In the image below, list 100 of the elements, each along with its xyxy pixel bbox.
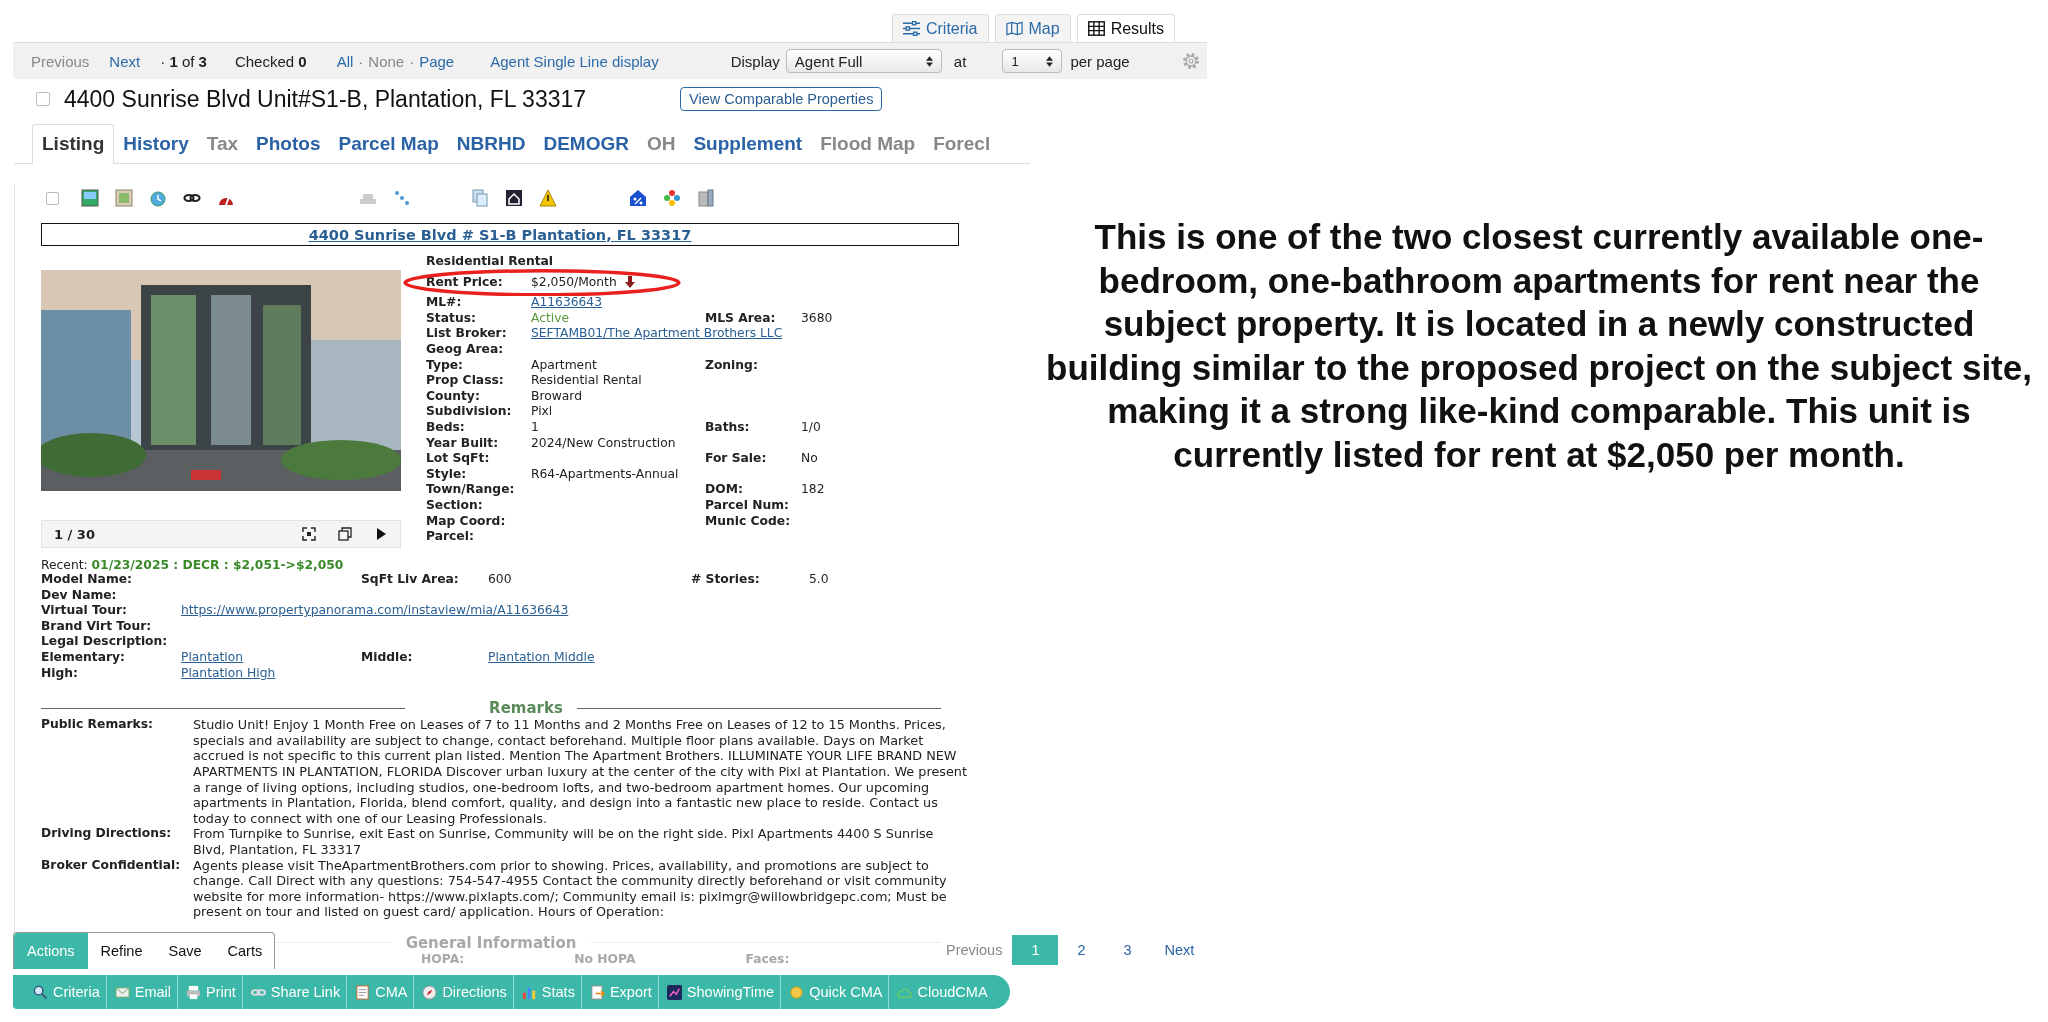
detail-tab[interactable]: History xyxy=(114,133,198,163)
field-value: 5.0 xyxy=(809,572,829,586)
field-label: Brand Virt Tour: xyxy=(41,618,153,635)
field-label: Type: xyxy=(426,357,464,374)
field-label: MLS Area: xyxy=(705,310,777,327)
clock-icon[interactable] xyxy=(149,189,167,207)
copy-icon[interactable] xyxy=(338,527,352,541)
building-icon[interactable] xyxy=(697,189,715,207)
warning-icon[interactable] xyxy=(539,189,557,207)
detail-tab[interactable]: NBRHD xyxy=(447,133,535,163)
display-label: Display xyxy=(730,52,780,70)
section-heading: General Information xyxy=(404,933,578,952)
sliders-icon xyxy=(902,21,920,36)
section-heading: Remarks xyxy=(488,699,564,718)
updown-icon xyxy=(1046,55,1054,67)
envelope-icon xyxy=(114,984,130,1000)
table-icon xyxy=(1087,21,1105,36)
checked-count: Checked 0 xyxy=(234,52,307,70)
field-label: List Broker: xyxy=(426,326,508,342)
field-value: 182 xyxy=(801,482,825,498)
field-label: Prop Class: xyxy=(426,373,505,389)
action-tab[interactable]: Refine xyxy=(87,933,156,969)
display-select[interactable]: Agent Full xyxy=(785,49,942,73)
field-label: High: xyxy=(41,665,79,682)
field-label: Baths: xyxy=(705,419,751,436)
field-label: Section: xyxy=(426,497,484,514)
field-value: Broward xyxy=(531,388,582,405)
property-type: Residential Rental xyxy=(426,254,555,270)
action-tab[interactable]: Carts xyxy=(214,933,276,969)
field-label: DOM: xyxy=(705,482,744,498)
annotation-text: This is one of the two closest currently available one-bedroom, one-bathroom apartments for rent near the subject property. It is located in a newly constructed building similar to the proposed project on the subject site, making it a strong like-kind comparable. This unit is currently listed for rent at $2,050 per month. xyxy=(1045,216,2033,476)
remark-text: Studio Unit! Enjoy 1 Month Free on Leases of 7 to 11 Months and 2 Months Free on Leases of 12 to 15 Months. Prices, specials and availability are subject to change, contact beforehand. Multiple floor plans available. Days on Market accrued is not specific to this current plan listed. Mention The Apartment Brothers. ILLUMINATE YOUR LIFE BRAND NEW APARTMENTS IN PLANTATION, FLORIDA Discover urban luxury at the center of the city with Pixl at Plantation. We present a range of living options, including studios, one-bedroom lofts, and two-bedroom apartment homes. Our upcoming apartments in Plantation, Florida, blend comfort, quality, and design into a fantastic new place to reside. Contact us today to connect with one of our Leasing Professionals. xyxy=(193,717,968,827)
dots-icon[interactable] xyxy=(393,189,411,207)
remark-text: From Turnpike to Sunrise, exit East on Sunrise, Community will be on the right side. Pixl Apartments 4400 S Sunrise Blvd, Plantation, FL 33317 xyxy=(193,826,935,858)
detail-tab[interactable]: Parcel Map xyxy=(329,133,448,163)
detail-tab[interactable]: Listing xyxy=(32,124,115,164)
field-value: 1 xyxy=(531,419,539,436)
detail-tab[interactable]: Photos xyxy=(247,133,330,163)
field-label: Public Remarks: xyxy=(41,717,154,734)
page-number[interactable]: 3 xyxy=(1104,935,1151,965)
field-link[interactable]: Plantation xyxy=(181,649,244,664)
detail-tab[interactable]: DEMOGR xyxy=(534,133,638,163)
row-checkbox[interactable] xyxy=(46,191,59,205)
flower-icon[interactable] xyxy=(663,189,681,207)
field-link[interactable]: SEFTAMB01/The Apartment Brothers LLC xyxy=(531,326,783,342)
view-tab[interactable]: Results xyxy=(1076,14,1175,42)
selection-link[interactable]: All xyxy=(336,52,354,70)
status-value: Active xyxy=(531,310,570,327)
detail-tab[interactable]: Supplement xyxy=(684,133,812,163)
fullscreen-icon[interactable] xyxy=(302,527,316,541)
per-page-select[interactable]: 1 xyxy=(1002,49,1063,73)
view-tab[interactable]: Criteria xyxy=(891,14,989,42)
map-icon xyxy=(1005,21,1023,36)
field-label: Beds: xyxy=(426,419,466,436)
field-label: SqFt Liv Area: xyxy=(361,572,460,588)
pages-icon[interactable] xyxy=(471,189,489,207)
selection-link[interactable]: Page xyxy=(419,52,455,70)
separator-dot: · xyxy=(409,52,415,70)
compare-button[interactable]: View Comparable Properties xyxy=(680,87,883,111)
single-line-link[interactable]: Agent Single Line display xyxy=(490,52,659,70)
next-link[interactable]: Next xyxy=(109,52,141,70)
field-value: Residential Rental xyxy=(531,373,642,389)
field-label: HOPA: xyxy=(421,951,465,966)
field-label: Broker Confidential: xyxy=(41,857,182,874)
next-link[interactable]: Next xyxy=(1164,942,1195,958)
field-label: Munic Code: xyxy=(705,513,792,530)
listing-checkbox[interactable] xyxy=(36,92,50,106)
field-label: County: xyxy=(426,388,481,405)
field-link[interactable]: https://www.propertypanorama.com/instaview/mia/A11636643 xyxy=(181,603,569,618)
coin-icon xyxy=(789,984,805,1000)
field-value: R64-Apartments-Annual xyxy=(531,466,679,483)
play-icon[interactable] xyxy=(374,527,388,541)
view-tab[interactable]: Map xyxy=(994,14,1071,42)
previous-link[interactable]: Previous xyxy=(946,942,1003,958)
page-number[interactable]: 2 xyxy=(1058,935,1105,965)
document-icon xyxy=(355,984,371,1000)
field-label: For Sale: xyxy=(705,451,768,467)
field-label: Subdivision: xyxy=(426,404,513,420)
field-label: Zoning: xyxy=(705,357,759,374)
field-value: Pixl xyxy=(531,404,553,420)
field-value: Apartment xyxy=(531,357,597,374)
address-link[interactable]: 4400 Sunrise Blvd # S1-B Plantation, FL 33317 xyxy=(308,226,692,243)
field-label: Parcel Num: xyxy=(705,497,790,514)
photo-counter: 1 / 30 xyxy=(54,526,95,542)
recent-change: Recent: 01/23/2025 : DECR : $2,051->$2,050 xyxy=(41,558,345,572)
photo-icon[interactable] xyxy=(81,189,99,207)
action-tab[interactable]: Save xyxy=(155,933,215,969)
house-icon[interactable] xyxy=(505,189,523,207)
field-label: Elementary: xyxy=(41,649,127,666)
field-label: Rent Price: xyxy=(426,274,504,291)
field-link[interactable]: A11636643 xyxy=(531,295,602,311)
previous-link[interactable]: Previous xyxy=(31,52,90,70)
settings-icon[interactable] xyxy=(1181,51,1201,71)
field-link[interactable]: Plantation Middle xyxy=(488,649,595,664)
field-label: Lot SqFt: xyxy=(426,451,491,467)
field-link[interactable]: Plantation High xyxy=(181,665,276,680)
field-label: Year Built: xyxy=(426,435,500,452)
field-label: Geog Area: xyxy=(426,341,505,358)
field-label: ML#: xyxy=(426,295,463,311)
percent-icon[interactable] xyxy=(629,189,647,207)
